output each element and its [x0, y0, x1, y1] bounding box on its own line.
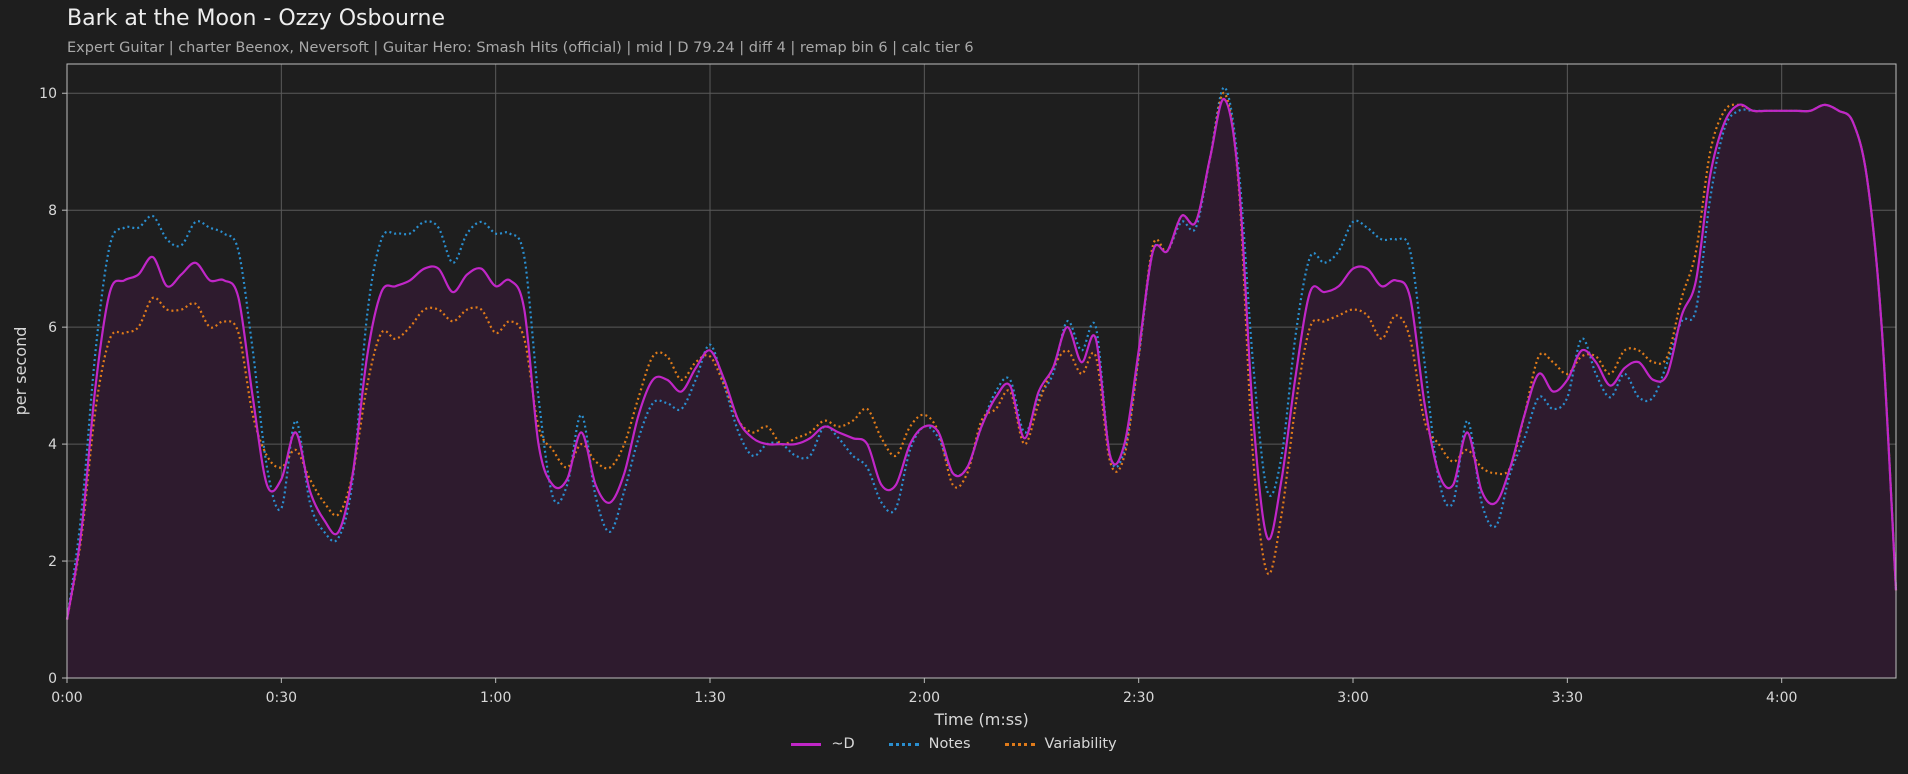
x-tick-label: 1:30 [694, 690, 725, 706]
area-fill [67, 98, 1896, 679]
x-tick-label: 2:30 [1123, 690, 1154, 706]
x-tick-label: 1:00 [480, 690, 511, 706]
legend-swatch-notes [888, 742, 919, 746]
x-tick-label: 4:00 [1766, 690, 1797, 706]
y-tick-label: 6 [48, 320, 57, 336]
legend-label-variability: Variability [1044, 736, 1117, 752]
x-tick-label: 2:00 [909, 690, 940, 706]
y-tick-label: 2 [48, 554, 57, 570]
y-tick-label: 10 [39, 86, 57, 102]
legend-swatch-variability [1004, 742, 1035, 746]
legend-item-notes: Notes [888, 736, 971, 752]
y-tick-label: 0 [48, 671, 57, 687]
legend-item-d: ~D [791, 736, 855, 752]
y-axis-label: per second [11, 327, 30, 416]
legend-label-d: ~D [831, 736, 855, 752]
x-tick-label: 3:30 [1552, 690, 1583, 706]
legend-item-variability: Variability [1004, 736, 1117, 752]
x-tick-label: 0:00 [51, 690, 82, 706]
y-tick-label: 4 [48, 437, 57, 453]
y-tick-label: 8 [48, 203, 57, 219]
x-axis-label: Time (m:ss) [933, 710, 1028, 729]
x-tick-label: 3:00 [1337, 690, 1368, 706]
x-tick-label: 0:30 [266, 690, 297, 706]
line-chart: 0:00 0:30 1:00 1:30 2:00 2:30 3:00 3:30 4:00 0 2 4 6… [11, 63, 1898, 729]
legend: ~D Notes Variability [0, 736, 1908, 752]
area-fill-d [67, 98, 1896, 679]
legend-swatch-d [791, 742, 822, 746]
legend-label-notes: Notes [928, 736, 971, 752]
